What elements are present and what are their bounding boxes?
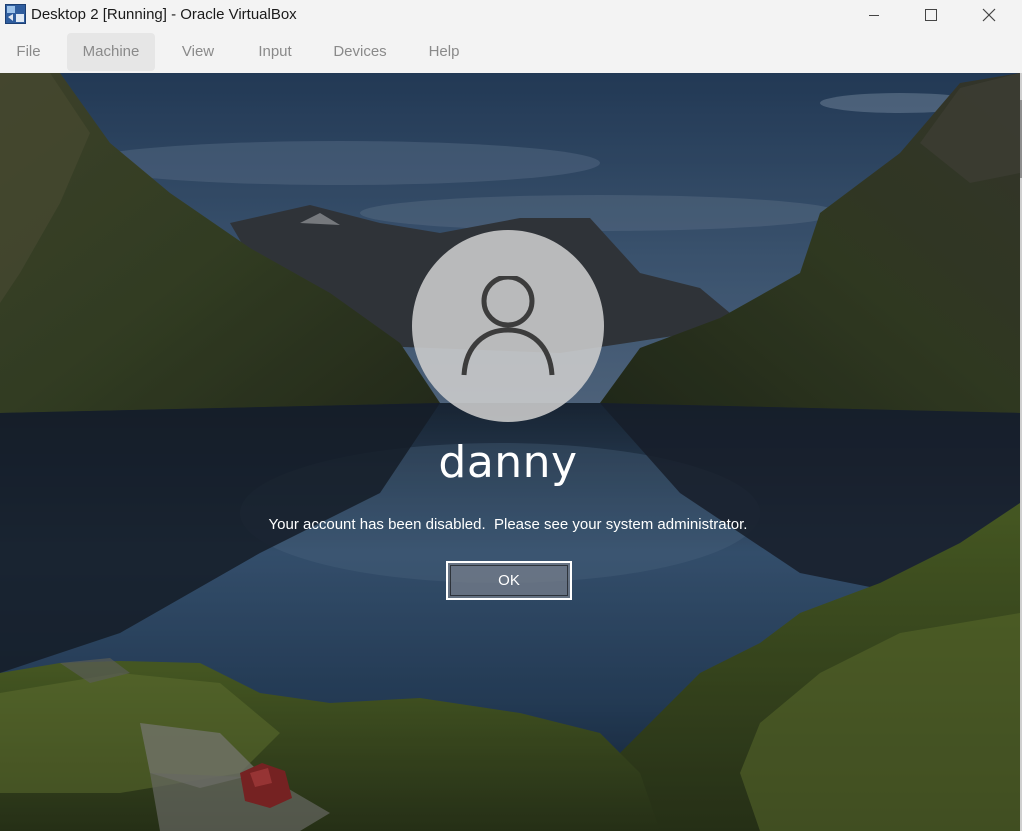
window-title: Desktop 2 [Running] - Oracle VirtualBox: [31, 6, 297, 23]
menu-view[interactable]: View: [167, 33, 229, 71]
title-bar[interactable]: Desktop 2 [Running] - Oracle VirtualBox: [0, 0, 1022, 30]
close-button[interactable]: [960, 0, 1018, 30]
menu-devices[interactable]: Devices: [320, 33, 400, 71]
minimize-button[interactable]: [845, 0, 903, 30]
virtualbox-window: Desktop 2 [Running] - Oracle VirtualBox …: [0, 0, 1022, 831]
user-avatar: [412, 230, 604, 422]
menu-machine[interactable]: Machine: [67, 33, 155, 71]
menu-file[interactable]: File: [3, 33, 54, 71]
username-label: danny: [438, 437, 578, 488]
minimize-icon: [869, 15, 879, 16]
virtualbox-app-icon[interactable]: [5, 4, 26, 24]
close-icon: [982, 8, 996, 22]
menu-input[interactable]: Input: [242, 33, 308, 71]
account-disabled-message: Your account has been disabled. Please s…: [268, 516, 748, 533]
ok-button-label: OK: [498, 572, 520, 589]
vm-display[interactable]: danny Your account has been disabled. Pl…: [0, 73, 1020, 831]
ok-button[interactable]: OK: [446, 561, 572, 600]
menu-help[interactable]: Help: [414, 33, 474, 71]
menu-bar: File Machine View Input Devices Help: [0, 31, 1022, 73]
maximize-button[interactable]: [902, 0, 960, 30]
user-icon: [461, 276, 555, 376]
maximize-icon: [925, 9, 937, 21]
